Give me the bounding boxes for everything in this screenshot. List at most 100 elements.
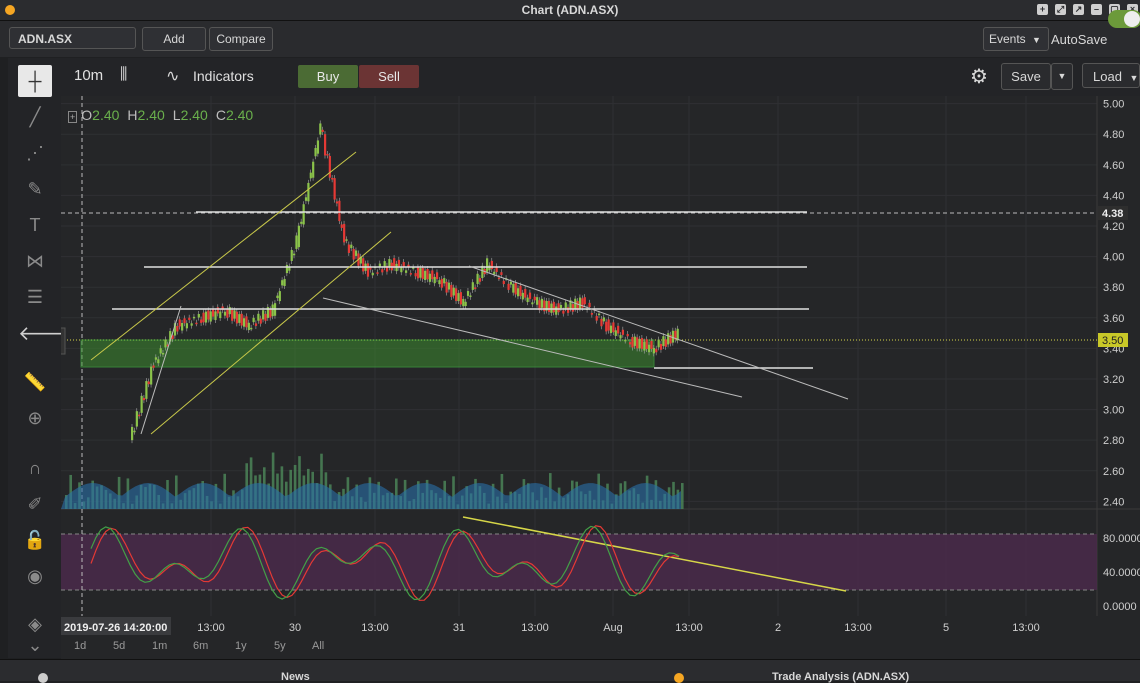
candle-body: [366, 263, 370, 277]
price-tick-label: 5.00: [1103, 99, 1124, 111]
add-window-icon[interactable]: +: [1037, 4, 1048, 15]
candle-body: [219, 311, 222, 319]
time-tick-label: 13:00: [675, 622, 703, 634]
pattern-icon[interactable]: ⋈: [18, 245, 52, 277]
indicators-button[interactable]: Indicators: [193, 68, 254, 84]
price-tick-label: 4.80: [1103, 129, 1124, 141]
candle-body: [590, 312, 594, 315]
range-1d[interactable]: 1d: [74, 640, 86, 652]
candle-body: [540, 298, 544, 308]
save-dropdown[interactable]: ▼: [1051, 63, 1073, 90]
range-6m[interactable]: 6m: [193, 640, 208, 652]
text-tool-icon[interactable]: T: [18, 209, 52, 241]
candle-body: [223, 311, 227, 316]
candle-body: [142, 397, 146, 401]
expand-icon[interactable]: +: [68, 111, 78, 123]
load-dropdown[interactable]: Load ▼: [1082, 63, 1140, 88]
candle-body: [557, 303, 560, 313]
time-tick-label: 13:00: [844, 622, 872, 634]
candle-body: [278, 291, 281, 302]
edit-lock-icon[interactable]: ✐: [18, 488, 52, 520]
candle-body: [204, 311, 208, 323]
lock-icon[interactable]: 🔓: [18, 524, 52, 556]
candlestick-icon[interactable]: ⫼: [120, 66, 127, 84]
chevron-down-icon[interactable]: ⌄: [18, 634, 52, 656]
candle-body: [133, 430, 136, 433]
candle-body: [464, 301, 467, 307]
price-chart[interactable]: 5.004.804.604.404.204.003.803.603.403.20…: [61, 96, 1140, 659]
candle-body: [531, 302, 534, 305]
candle-body: [583, 297, 586, 305]
candle-body: [595, 316, 598, 321]
candle-body: [245, 316, 248, 328]
candle-body: [371, 272, 374, 276]
top-toolbar: ADN.ASX Add Compare Events ▼ AutoSave: [0, 21, 1140, 57]
candle-body: [335, 201, 339, 204]
zoom-icon[interactable]: ⊕: [18, 402, 52, 434]
events-dropdown[interactable]: Events ▼: [983, 27, 1049, 51]
candle-body: [624, 339, 627, 342]
volume-average-area: [61, 483, 681, 509]
add-button[interactable]: Add: [142, 27, 206, 51]
buy-button[interactable]: Buy: [298, 65, 358, 88]
candle-body: [555, 306, 558, 315]
candle-body: [450, 284, 453, 297]
magnet-icon[interactable]: ∩: [18, 452, 52, 484]
brush-icon[interactable]: ✎: [18, 173, 52, 205]
candle-body: [609, 325, 613, 334]
candle-body: [493, 271, 496, 275]
candle-body: [304, 197, 308, 201]
time-tick-label: 13:00: [197, 622, 225, 634]
candle-body: [633, 336, 636, 346]
trade-analysis-title[interactable]: Trade Analysis (ADN.ASX): [772, 671, 909, 683]
high-price-marker-label: 4.38: [1102, 208, 1123, 220]
crosshair-icon[interactable]: ┼: [18, 65, 52, 97]
ohlc-readout: + O2.40 H2.40 L2.40 C2.40: [68, 107, 261, 123]
range-1m[interactable]: 1m: [152, 640, 167, 652]
line-tool-icon[interactable]: ╱: [18, 101, 52, 133]
range-5y[interactable]: 5y: [274, 640, 286, 652]
candle-body: [559, 304, 563, 309]
back-arrow-icon[interactable]: 🡐: [18, 318, 72, 350]
candle-body: [259, 318, 262, 324]
compare-button[interactable]: Compare: [209, 27, 273, 51]
range-5d[interactable]: 5d: [113, 640, 125, 652]
candle-body: [276, 295, 279, 299]
candle-body: [354, 250, 358, 256]
candle-body: [400, 267, 403, 273]
candle-body: [312, 161, 315, 178]
candle-body: [340, 224, 343, 228]
candle-body: [648, 344, 651, 353]
gear-icon[interactable]: ⚙: [970, 64, 988, 89]
candle-body: [271, 304, 274, 317]
eye-icon[interactable]: ◉: [18, 560, 52, 592]
candle-body: [507, 283, 510, 290]
candle-body: [347, 244, 351, 253]
candle-body: [514, 282, 517, 295]
minimize-icon[interactable]: –: [1091, 4, 1102, 15]
close-value: 2.40: [225, 107, 254, 123]
interval-selector[interactable]: 10m: [74, 67, 103, 84]
oscillator-tick-label: 0.0000: [1103, 601, 1137, 613]
candle-body: [178, 319, 181, 327]
pitchfork-icon[interactable]: ⋰: [18, 137, 52, 169]
news-panel-title[interactable]: News: [281, 671, 310, 683]
candle-body: [645, 339, 648, 350]
candle-body: [314, 147, 317, 157]
fibonacci-icon[interactable]: ☰: [18, 281, 52, 313]
window-title: Chart (ADN.ASX): [521, 3, 619, 17]
link-icon[interactable]: ⤢: [1055, 4, 1066, 15]
price-tick-label: 4.20: [1103, 221, 1124, 233]
candle-body: [188, 317, 191, 320]
indicators-icon[interactable]: ∿: [166, 66, 179, 86]
candle-body: [447, 282, 451, 290]
save-button[interactable]: Save: [1001, 63, 1051, 90]
range-all[interactable]: All: [312, 640, 324, 652]
popout-icon[interactable]: ↗: [1073, 4, 1084, 15]
ruler-icon[interactable]: 📏: [18, 366, 52, 398]
symbol-input[interactable]: ADN.ASX: [9, 27, 136, 49]
candle-body: [597, 313, 601, 316]
candle-body: [326, 154, 329, 156]
range-1y[interactable]: 1y: [235, 640, 247, 652]
sell-button[interactable]: Sell: [359, 65, 419, 88]
